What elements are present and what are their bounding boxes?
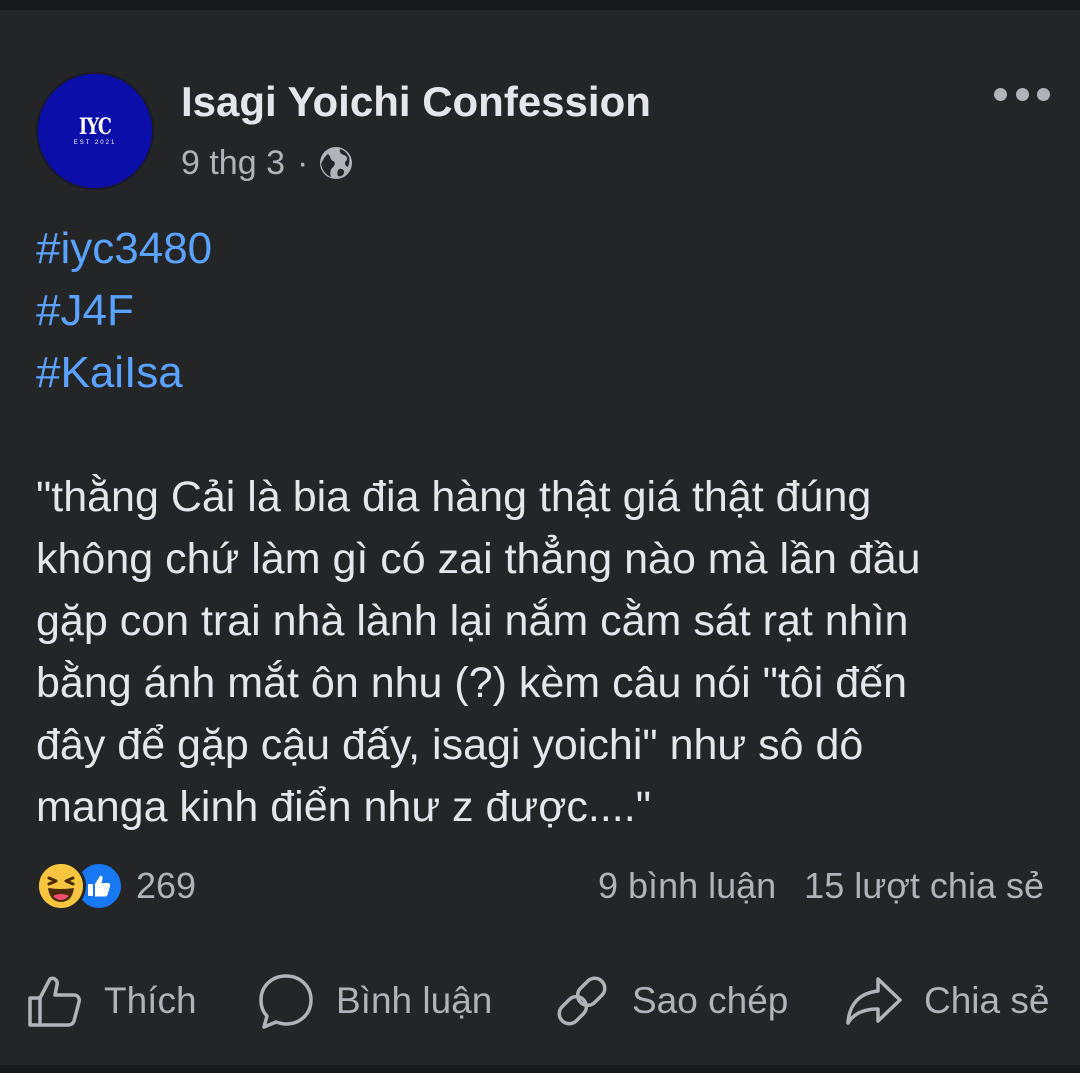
engagement-stats: 9 bình luận 15 lượt chia sẻ <box>598 860 1044 912</box>
copy-button-label: Sao chép <box>632 980 789 1021</box>
more-options-icon[interactable] <box>994 82 1050 106</box>
comment-bubble-icon <box>259 974 313 1029</box>
comment-count-link[interactable]: 9 bình luận <box>598 865 776 907</box>
haha-icon <box>36 861 86 911</box>
post-date[interactable]: 9 thg 3 <box>181 144 285 183</box>
hashtag-link[interactable]: #iyc3480 <box>36 218 212 280</box>
reaction-summary[interactable]: 269 <box>36 860 196 912</box>
page-avatar[interactable]: IYC EST 2021 <box>36 72 154 190</box>
copy-link-button[interactable]: Sao chép <box>552 966 788 1036</box>
hashtag-list: #iyc3480 #J4F #KaiIsa <box>36 218 212 404</box>
avatar-subtext: EST 2021 <box>73 140 117 146</box>
post-header: IYC EST 2021 Isagi Yoichi Confession 9 t… <box>36 62 1050 192</box>
like-button[interactable]: Thích <box>24 966 197 1036</box>
hashtag-link[interactable]: #KaiIsa <box>36 342 212 404</box>
globe-icon <box>318 145 354 181</box>
bottom-divider <box>0 1065 1080 1073</box>
avatar-logo-text: IYC <box>78 114 112 140</box>
hashtag-link[interactable]: #J4F <box>36 280 212 342</box>
comment-button[interactable]: Bình luận <box>256 966 492 1036</box>
share-button[interactable]: Chia sẻ <box>844 966 1049 1036</box>
thumbs-up-icon <box>28 976 81 1027</box>
action-bar: Thích Bình luận Sao chép Chia sẻ <box>0 966 1080 1036</box>
like-button-label: Thích <box>104 980 197 1021</box>
link-icon <box>557 976 607 1026</box>
post-meta: 9 thg 3 · <box>181 140 354 186</box>
post-body-text: "thằng Cải là bia đia hàng thật giá thật… <box>36 473 921 831</box>
page-name-link[interactable]: Isagi Yoichi Confession <box>181 76 651 128</box>
share-button-label: Chia sẻ <box>924 980 1050 1021</box>
share-count-link[interactable]: 15 lượt chia sẻ <box>804 865 1044 907</box>
comment-button-label: Bình luận <box>336 980 493 1021</box>
meta-separator: · <box>296 143 309 182</box>
share-arrow-icon <box>846 977 902 1025</box>
reaction-count: 269 <box>136 865 197 906</box>
top-divider <box>0 0 1080 10</box>
